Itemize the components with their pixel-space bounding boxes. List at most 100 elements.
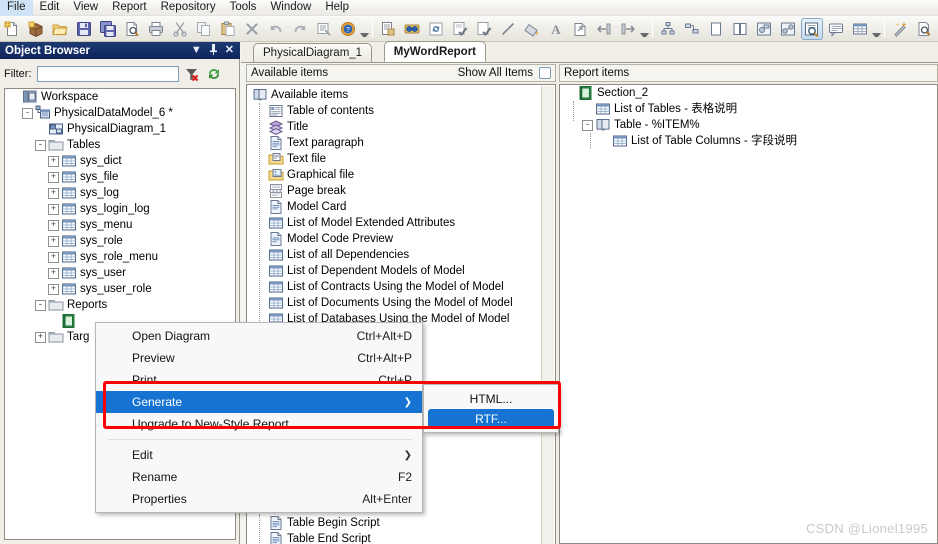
tree-expander[interactable]: - xyxy=(35,139,46,151)
context-menu-item-properties[interactable]: Properties Alt+Enter xyxy=(96,488,422,510)
list-item[interactable]: Model Code Preview xyxy=(247,231,541,247)
tree-node-sys_role_menu[interactable]: + sys_role_menu xyxy=(5,249,235,265)
open-folder-icon[interactable] xyxy=(49,18,71,40)
list-item[interactable]: Page break xyxy=(247,183,541,199)
diagram-network-icon[interactable] xyxy=(681,18,703,40)
tree-node-sys_menu[interactable]: + sys_menu xyxy=(5,217,235,233)
tree-expander[interactable]: + xyxy=(48,283,59,295)
tree-node-physicaldatamodel_6[interactable]: - PhysicalDataModel_6 * xyxy=(5,105,235,121)
tree-expander[interactable]: - xyxy=(22,107,33,119)
list-item[interactable]: Title xyxy=(247,119,541,136)
pin-icon[interactable] xyxy=(209,43,218,58)
list-item[interactable]: Table of contents xyxy=(247,103,541,119)
menu-item-help[interactable]: Help xyxy=(318,0,356,16)
new-package-icon[interactable] xyxy=(25,18,47,40)
tree-expander[interactable]: + xyxy=(48,251,59,263)
menu-item-report[interactable]: Report xyxy=(105,0,154,16)
dependency-icon[interactable] xyxy=(777,18,799,40)
report-preview-icon[interactable] xyxy=(801,17,823,40)
list-item[interactable]: List of Model Extended Attributes xyxy=(247,215,541,231)
tree-node-sys_login_log[interactable]: + sys_login_log xyxy=(5,201,235,217)
refresh-icon[interactable] xyxy=(425,18,447,40)
two-pages-icon[interactable] xyxy=(729,18,751,40)
delete-icon[interactable] xyxy=(241,18,263,40)
tree-node-workspace[interactable]: Workspace xyxy=(5,89,235,105)
tree-expander[interactable]: + xyxy=(48,267,59,279)
list-item[interactable]: Available items xyxy=(247,87,541,103)
print-icon[interactable] xyxy=(145,18,167,40)
report-item[interactable]: Section_2 xyxy=(560,85,937,101)
list-item[interactable]: Text paragraph xyxy=(247,135,541,151)
chevron-down-icon[interactable]: ▼ xyxy=(191,45,202,56)
tree-expander[interactable]: + xyxy=(48,187,59,199)
paste-icon[interactable] xyxy=(217,18,239,40)
available-items-scrollbar[interactable] xyxy=(541,86,554,544)
properties-icon[interactable] xyxy=(313,18,335,40)
report-item[interactable]: List of Table Columns - 字段说明 xyxy=(560,133,937,149)
report-item[interactable]: - Table - %ITEM% xyxy=(560,117,937,133)
export-icon[interactable] xyxy=(569,18,591,40)
fill-color-icon[interactable] xyxy=(521,18,543,40)
model-diagram-icon[interactable] xyxy=(753,18,775,40)
align-left-icon[interactable] xyxy=(593,18,615,40)
print-preview-icon[interactable] xyxy=(121,18,143,40)
context-menu[interactable]: Open Diagram Ctrl+Alt+D Preview Ctrl+Alt+P P… xyxy=(95,322,423,513)
toolbar-overflow-1[interactable] xyxy=(640,18,649,40)
tree-node-physicaldiagram_1[interactable]: PhysicalDiagram_1 xyxy=(5,121,235,137)
menu-item-tools[interactable]: Tools xyxy=(223,0,264,16)
tree-expander[interactable]: + xyxy=(48,203,59,215)
align-right-icon[interactable] xyxy=(617,18,639,40)
menu-item-edit[interactable]: Edit xyxy=(33,0,67,16)
find-icon[interactable] xyxy=(401,18,423,40)
report-item[interactable]: List of Tables - 表格说明 xyxy=(560,101,937,117)
page-icon[interactable] xyxy=(705,18,727,40)
clear-filter-icon[interactable] xyxy=(184,66,201,83)
line-icon[interactable] xyxy=(497,18,519,40)
list-item[interactable]: Model Card xyxy=(247,199,541,215)
tree-node-sys_file[interactable]: + sys_file xyxy=(5,169,235,185)
save-icon[interactable] xyxy=(73,18,95,40)
list-item[interactable]: List of Documents Using the Model of Mod… xyxy=(247,295,541,311)
tree-node-sys_dict[interactable]: + sys_dict xyxy=(5,153,235,169)
tree-expander[interactable]: - xyxy=(35,299,46,311)
context-menu-item-preview[interactable]: Preview Ctrl+Alt+P xyxy=(96,347,422,369)
tree-node-sys_user[interactable]: + sys_user xyxy=(5,265,235,281)
context-menu-item-print[interactable]: Print Ctrl+P xyxy=(96,369,422,391)
undo-icon[interactable] xyxy=(265,18,287,40)
list-item[interactable]: Table End Script xyxy=(247,531,541,544)
list-item[interactable]: List of all Dependencies xyxy=(247,247,541,263)
tab-physicaldiagram_1[interactable]: PhysicalDiagram_1 xyxy=(253,43,373,62)
zoom-icon[interactable] xyxy=(913,18,935,40)
tree-node-reports[interactable]: - Reports xyxy=(5,297,235,313)
tree-expander[interactable]: + xyxy=(48,219,59,231)
diagram-tree-icon[interactable] xyxy=(657,18,679,40)
show-all-items-checkbox[interactable] xyxy=(539,67,551,79)
save-all-icon[interactable] xyxy=(97,18,119,40)
list-item[interactable]: Graphical file xyxy=(247,167,541,183)
report-items-list[interactable]: Section_2 List of Tables - 表格说明 - Table - %… xyxy=(559,84,938,544)
menu-item-window[interactable]: Window xyxy=(263,0,318,16)
submenu-item-html[interactable]: HTML... xyxy=(428,389,554,408)
list-item[interactable]: Table Begin Script xyxy=(247,515,541,531)
list-item[interactable]: Text file xyxy=(247,151,541,167)
grid-icon[interactable] xyxy=(849,18,871,40)
menu-item-file[interactable]: File xyxy=(0,0,33,16)
tab-mywordreport[interactable]: MyWordReport xyxy=(383,41,486,62)
cut-icon[interactable] xyxy=(169,18,191,40)
toolbar-overflow-2[interactable] xyxy=(872,18,881,40)
tree-node-sys_user_role[interactable]: + sys_user_role xyxy=(5,281,235,297)
close-icon[interactable]: ✕ xyxy=(225,45,234,56)
font-icon[interactable]: A xyxy=(545,18,567,40)
submenu-item-rtf[interactable]: RTF... xyxy=(428,409,554,428)
refresh-green-icon[interactable] xyxy=(206,66,223,83)
menu-item-view[interactable]: View xyxy=(66,0,105,16)
redo-icon[interactable] xyxy=(289,18,311,40)
tree-expander[interactable]: + xyxy=(35,331,46,343)
context-menu-item-rename[interactable]: Rename F2 xyxy=(96,466,422,488)
tree-node-sys_log[interactable]: + sys_log xyxy=(5,185,235,201)
toolbar-overflow-0[interactable] xyxy=(360,18,369,40)
tree-expander[interactable]: + xyxy=(48,171,59,183)
generate-report-icon[interactable] xyxy=(377,18,399,40)
tree-node-sys_role[interactable]: + sys_role xyxy=(5,233,235,249)
list-item[interactable]: List of Contracts Using the Model of Mod… xyxy=(247,279,541,295)
